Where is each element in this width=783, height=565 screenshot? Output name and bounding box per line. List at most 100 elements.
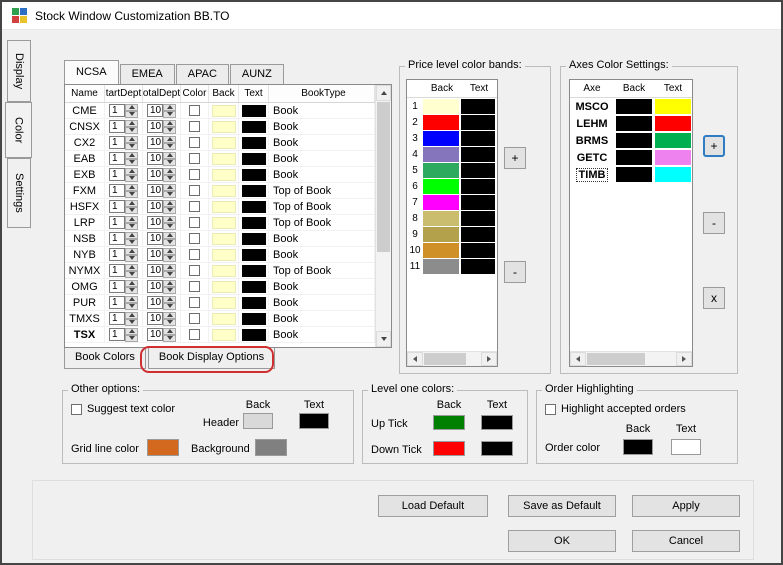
scroll-thumb[interactable] <box>587 353 645 365</box>
spin-up-button[interactable] <box>125 152 138 159</box>
back-color-swatch[interactable] <box>212 217 236 229</box>
spin-up-button[interactable] <box>163 296 176 303</box>
start-depth-spinner[interactable]: 1 <box>105 183 143 198</box>
axe-back-swatch[interactable] <box>616 99 652 114</box>
scroll-right-button[interactable] <box>676 352 692 366</box>
spin-down-button[interactable] <box>163 319 176 326</box>
total-depth-spinner[interactable]: 10 <box>143 327 181 342</box>
book-type-value[interactable]: Top of Book <box>269 183 375 198</box>
start-depth-spinner[interactable]: 1 <box>105 295 143 310</box>
back-color-swatch[interactable] <box>212 121 236 133</box>
column-header-booktype[interactable]: BookType <box>269 85 375 102</box>
start-depth-value[interactable]: 1 <box>109 328 125 341</box>
price-band-row[interactable]: 9 <box>407 226 497 242</box>
spin-up-button[interactable] <box>125 312 138 319</box>
start-depth-spinner[interactable]: 1 <box>105 279 143 294</box>
order-text-swatch[interactable] <box>671 439 701 455</box>
color-checkbox[interactable] <box>189 137 200 148</box>
band-text-swatch[interactable] <box>461 147 495 162</box>
axes-table-row[interactable]: TIMB <box>570 166 692 183</box>
tab-book-colors[interactable]: Book Colors <box>64 348 146 369</box>
book-type-value[interactable]: Book <box>269 311 375 326</box>
color-checkbox[interactable] <box>189 297 200 308</box>
back-color-swatch[interactable] <box>212 313 236 325</box>
spin-up-button[interactable] <box>163 184 176 191</box>
total-depth-value[interactable]: 10 <box>147 104 163 117</box>
band-text-swatch[interactable] <box>461 259 495 274</box>
order-back-swatch[interactable] <box>623 439 653 455</box>
total-depth-spinner[interactable]: 10 <box>143 167 181 182</box>
tab-emea[interactable]: EMEA <box>120 64 175 84</box>
vertical-scrollbar[interactable] <box>375 85 391 347</box>
text-color-swatch[interactable] <box>242 169 266 181</box>
text-color-swatch[interactable] <box>242 121 266 133</box>
back-color-swatch[interactable] <box>212 329 236 341</box>
band-text-swatch[interactable] <box>461 195 495 210</box>
book-table-row[interactable]: OMG 1 10 Book <box>65 279 391 295</box>
total-depth-spinner[interactable]: 10 <box>143 215 181 230</box>
spin-down-button[interactable] <box>125 319 138 326</box>
text-color-swatch[interactable] <box>242 153 266 165</box>
start-depth-spinner[interactable]: 1 <box>105 215 143 230</box>
axe-text-swatch[interactable] <box>655 116 691 131</box>
add-axis-button[interactable]: + <box>703 135 725 157</box>
book-type-value[interactable]: Book <box>269 295 375 310</box>
column-header-start-depth[interactable]: tartDept <box>105 85 143 102</box>
color-checkbox[interactable] <box>189 185 200 196</box>
start-depth-value[interactable]: 1 <box>109 264 125 277</box>
start-depth-value[interactable]: 1 <box>109 312 125 325</box>
tab-ncsa[interactable]: NCSA <box>64 60 119 84</box>
book-table-row[interactable]: NSB 1 10 Book <box>65 231 391 247</box>
color-checkbox[interactable] <box>189 313 200 324</box>
book-type-value[interactable]: Top of Book <box>269 215 375 230</box>
axe-back-swatch[interactable] <box>616 116 652 131</box>
band-text-swatch[interactable] <box>461 163 495 178</box>
start-depth-spinner[interactable]: 1 <box>105 151 143 166</box>
spin-up-button[interactable] <box>163 248 176 255</box>
book-type-value[interactable]: Book <box>269 231 375 246</box>
start-depth-value[interactable]: 1 <box>109 168 125 181</box>
start-depth-value[interactable]: 1 <box>109 232 125 245</box>
start-depth-spinner[interactable]: 1 <box>105 231 143 246</box>
start-depth-spinner[interactable]: 1 <box>105 135 143 150</box>
band-back-swatch[interactable] <box>423 99 459 114</box>
spin-up-button[interactable] <box>125 168 138 175</box>
down-tick-text-swatch[interactable] <box>481 441 513 456</box>
tab-display[interactable]: Display <box>7 40 31 102</box>
up-tick-text-swatch[interactable] <box>481 415 513 430</box>
book-type-value[interactable]: Book <box>269 279 375 294</box>
text-color-swatch[interactable] <box>242 329 266 341</box>
book-table-row[interactable]: LRP 1 10 Top of Book <box>65 215 391 231</box>
add-band-button[interactable]: + <box>504 147 526 169</box>
spin-up-button[interactable] <box>163 280 176 287</box>
color-checkbox[interactable] <box>189 249 200 260</box>
spin-down-button[interactable] <box>125 143 138 150</box>
band-text-swatch[interactable] <box>461 99 495 114</box>
total-depth-value[interactable]: 10 <box>147 216 163 229</box>
delete-axis-button[interactable]: x <box>703 287 725 309</box>
book-type-value[interactable]: Top of Book <box>269 199 375 214</box>
book-type-value[interactable]: Book <box>269 103 375 118</box>
spin-down-button[interactable] <box>163 175 176 182</box>
highlight-accepted-orders-checkbox[interactable] <box>545 404 556 415</box>
start-depth-spinner[interactable]: 1 <box>105 199 143 214</box>
text-color-swatch[interactable] <box>242 281 266 293</box>
spin-down-button[interactable] <box>163 271 176 278</box>
axes-table-row[interactable]: MSCO <box>570 98 692 115</box>
spin-up-button[interactable] <box>163 168 176 175</box>
spin-down-button[interactable] <box>125 239 138 246</box>
start-depth-value[interactable]: 1 <box>109 184 125 197</box>
text-color-swatch[interactable] <box>242 137 266 149</box>
start-depth-value[interactable]: 1 <box>109 152 125 165</box>
text-color-swatch[interactable] <box>242 201 266 213</box>
price-band-row[interactable]: 7 <box>407 194 497 210</box>
axe-text-swatch[interactable] <box>655 150 691 165</box>
start-depth-spinner[interactable]: 1 <box>105 263 143 278</box>
total-depth-spinner[interactable]: 10 <box>143 311 181 326</box>
back-color-swatch[interactable] <box>212 265 236 277</box>
band-back-swatch[interactable] <box>423 243 459 258</box>
price-band-row[interactable]: 3 <box>407 130 497 146</box>
spin-down-button[interactable] <box>163 127 176 134</box>
tab-apac[interactable]: APAC <box>176 64 229 84</box>
spin-down-button[interactable] <box>163 143 176 150</box>
